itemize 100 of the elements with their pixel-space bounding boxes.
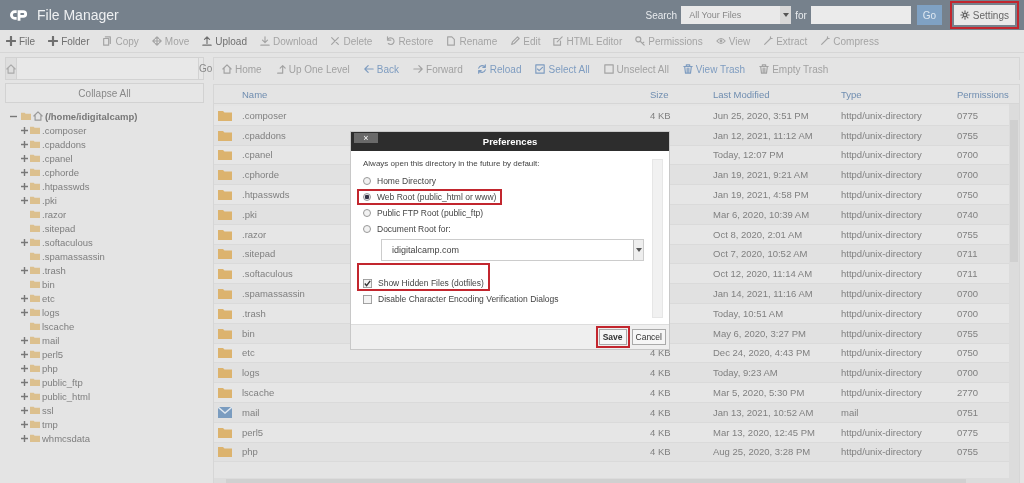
table-cell-text: 0775: [957, 109, 980, 121]
radio-button[interactable]: [363, 193, 371, 201]
plus-icon[interactable]: [21, 140, 28, 148]
app-title: File Manager: [37, 7, 119, 23]
tree-item[interactable]: perl5: [42, 348, 64, 360]
plus-icon[interactable]: [21, 126, 28, 134]
plus-icon[interactable]: [21, 420, 28, 428]
collapse-all-button[interactable]: Collapse All: [5, 83, 204, 103]
folder-icon: [218, 208, 232, 220]
tree-item[interactable]: whmcsdata: [42, 432, 91, 444]
tree-item[interactable]: php: [42, 362, 58, 374]
column-header[interactable]: Size: [650, 88, 713, 100]
table-cell-text: 0755: [957, 228, 980, 240]
file-name[interactable]: php: [242, 446, 650, 458]
column-header[interactable]: Last Modified: [713, 88, 841, 100]
plus-icon[interactable]: [21, 168, 28, 176]
settings-icon: [959, 10, 970, 20]
nav-button[interactable]: View Trash: [682, 63, 746, 75]
toolbar-button[interactable]: Upload: [202, 35, 247, 47]
nav-button[interactable]: Reload: [476, 63, 522, 75]
plus-icon[interactable]: [21, 350, 28, 358]
column-header[interactable]: Name: [242, 88, 650, 100]
table-cell-text: httpd/unix-directory: [841, 288, 923, 300]
go-button[interactable]: Go: [916, 5, 942, 25]
cancel-button[interactable]: Cancel: [631, 329, 666, 345]
plus-icon[interactable]: [21, 266, 28, 274]
file-name[interactable]: .composer: [242, 109, 650, 121]
tree-item[interactable]: tmp: [42, 418, 58, 430]
checkbox[interactable]: [363, 294, 372, 304]
eye-icon: [715, 36, 726, 46]
plus-icon[interactable]: [21, 392, 28, 400]
file-name[interactable]: etc: [242, 347, 650, 359]
table-cell-text: Jan 14, 2021, 11:16 AM: [713, 288, 814, 300]
table-cell-text: httpd/unix-directory: [841, 109, 923, 121]
radio-button[interactable]: [363, 177, 371, 185]
folder-icon: [218, 446, 232, 458]
table-cell-text: 4 KB: [650, 406, 672, 418]
plus-icon[interactable]: [21, 364, 28, 372]
tree-item[interactable]: .htpasswds: [42, 180, 90, 192]
tree-item[interactable]: .razor: [42, 208, 67, 220]
scope-dropdown[interactable]: All Your Files: [681, 6, 792, 24]
plus-icon[interactable]: [21, 336, 28, 344]
tree-item[interactable]: bin: [42, 278, 55, 290]
file-name[interactable]: mail: [242, 406, 650, 418]
tree-item[interactable]: public_ftp: [42, 376, 83, 388]
tree-item[interactable]: (/home/idigitalcamp): [45, 110, 138, 122]
table-cell-text: Mar 13, 2020, 12:45 PM: [713, 426, 816, 438]
table-cell-text: httpd/unix-directory: [841, 307, 923, 319]
scrollbar[interactable]: [652, 159, 663, 318]
tree-item[interactable]: ssl: [42, 404, 54, 416]
folder-icon: [218, 129, 232, 141]
settings-button[interactable]: Settings: [953, 5, 1015, 25]
search-field[interactable]: [810, 6, 911, 24]
file-name[interactable]: lscache: [242, 387, 650, 399]
tree-item[interactable]: .composer: [42, 124, 87, 136]
domain-dropdown[interactable]: idigitalcamp.com: [381, 239, 644, 261]
table-cell-text: 0711: [957, 248, 979, 260]
file-name[interactable]: logs: [242, 367, 650, 379]
file-name[interactable]: perl5: [242, 426, 650, 438]
column-header[interactable]: Type: [841, 88, 957, 100]
tree-item[interactable]: .trash: [42, 264, 66, 276]
table-cell-text: Mar 6, 2020, 10:39 AM: [713, 208, 811, 220]
tree-item[interactable]: etc: [42, 292, 55, 304]
radio-button[interactable]: [363, 209, 371, 217]
close-button[interactable]: ×: [354, 133, 378, 143]
table-cell-text: 4 KB: [650, 367, 672, 379]
save-button[interactable]: Save: [598, 329, 627, 345]
tree-item[interactable]: .pki: [42, 194, 57, 206]
tree-item[interactable]: logs: [42, 306, 60, 318]
plus-icon[interactable]: [21, 406, 28, 414]
folder-icon: [218, 307, 232, 319]
tree-item[interactable]: .sitepad: [42, 222, 76, 234]
tree-item[interactable]: .cphorde: [42, 166, 79, 178]
nav-button[interactable]: Back: [363, 63, 400, 75]
plus-icon[interactable]: [21, 238, 28, 246]
radio-button[interactable]: [363, 225, 371, 233]
plus-icon[interactable]: [21, 294, 28, 302]
tree-item[interactable]: mail: [42, 334, 60, 346]
toolbar-button[interactable]: File: [6, 35, 36, 47]
column-header[interactable]: Permissions: [957, 88, 1007, 100]
checkbox[interactable]: [363, 278, 372, 288]
plus-icon[interactable]: [21, 378, 28, 386]
tree-item[interactable]: public_html: [42, 390, 91, 402]
tree-item[interactable]: lscache: [42, 320, 75, 332]
tree-item[interactable]: .softaculous: [42, 236, 93, 248]
plus-icon[interactable]: [21, 182, 28, 190]
tree-item[interactable]: .cpanel: [42, 152, 73, 164]
toolbar-button[interactable]: Folder: [48, 35, 90, 47]
tree-item[interactable]: .cpaddons: [42, 138, 86, 150]
tree-item[interactable]: .spamassassin: [42, 250, 105, 262]
table-cell-text: 4 KB: [650, 109, 672, 121]
plus-icon[interactable]: [21, 196, 28, 204]
table-cell-text: Jan 13, 2021, 10:52 AM: [713, 406, 815, 418]
reload-icon: [476, 64, 487, 74]
plus-icon[interactable]: [21, 154, 28, 162]
plus-icon[interactable]: [21, 308, 28, 316]
plus-icon[interactable]: [21, 434, 28, 442]
home-icon: [33, 111, 43, 121]
nav-button[interactable]: Select All: [535, 63, 590, 75]
table-cell-text: 0700: [957, 367, 980, 379]
